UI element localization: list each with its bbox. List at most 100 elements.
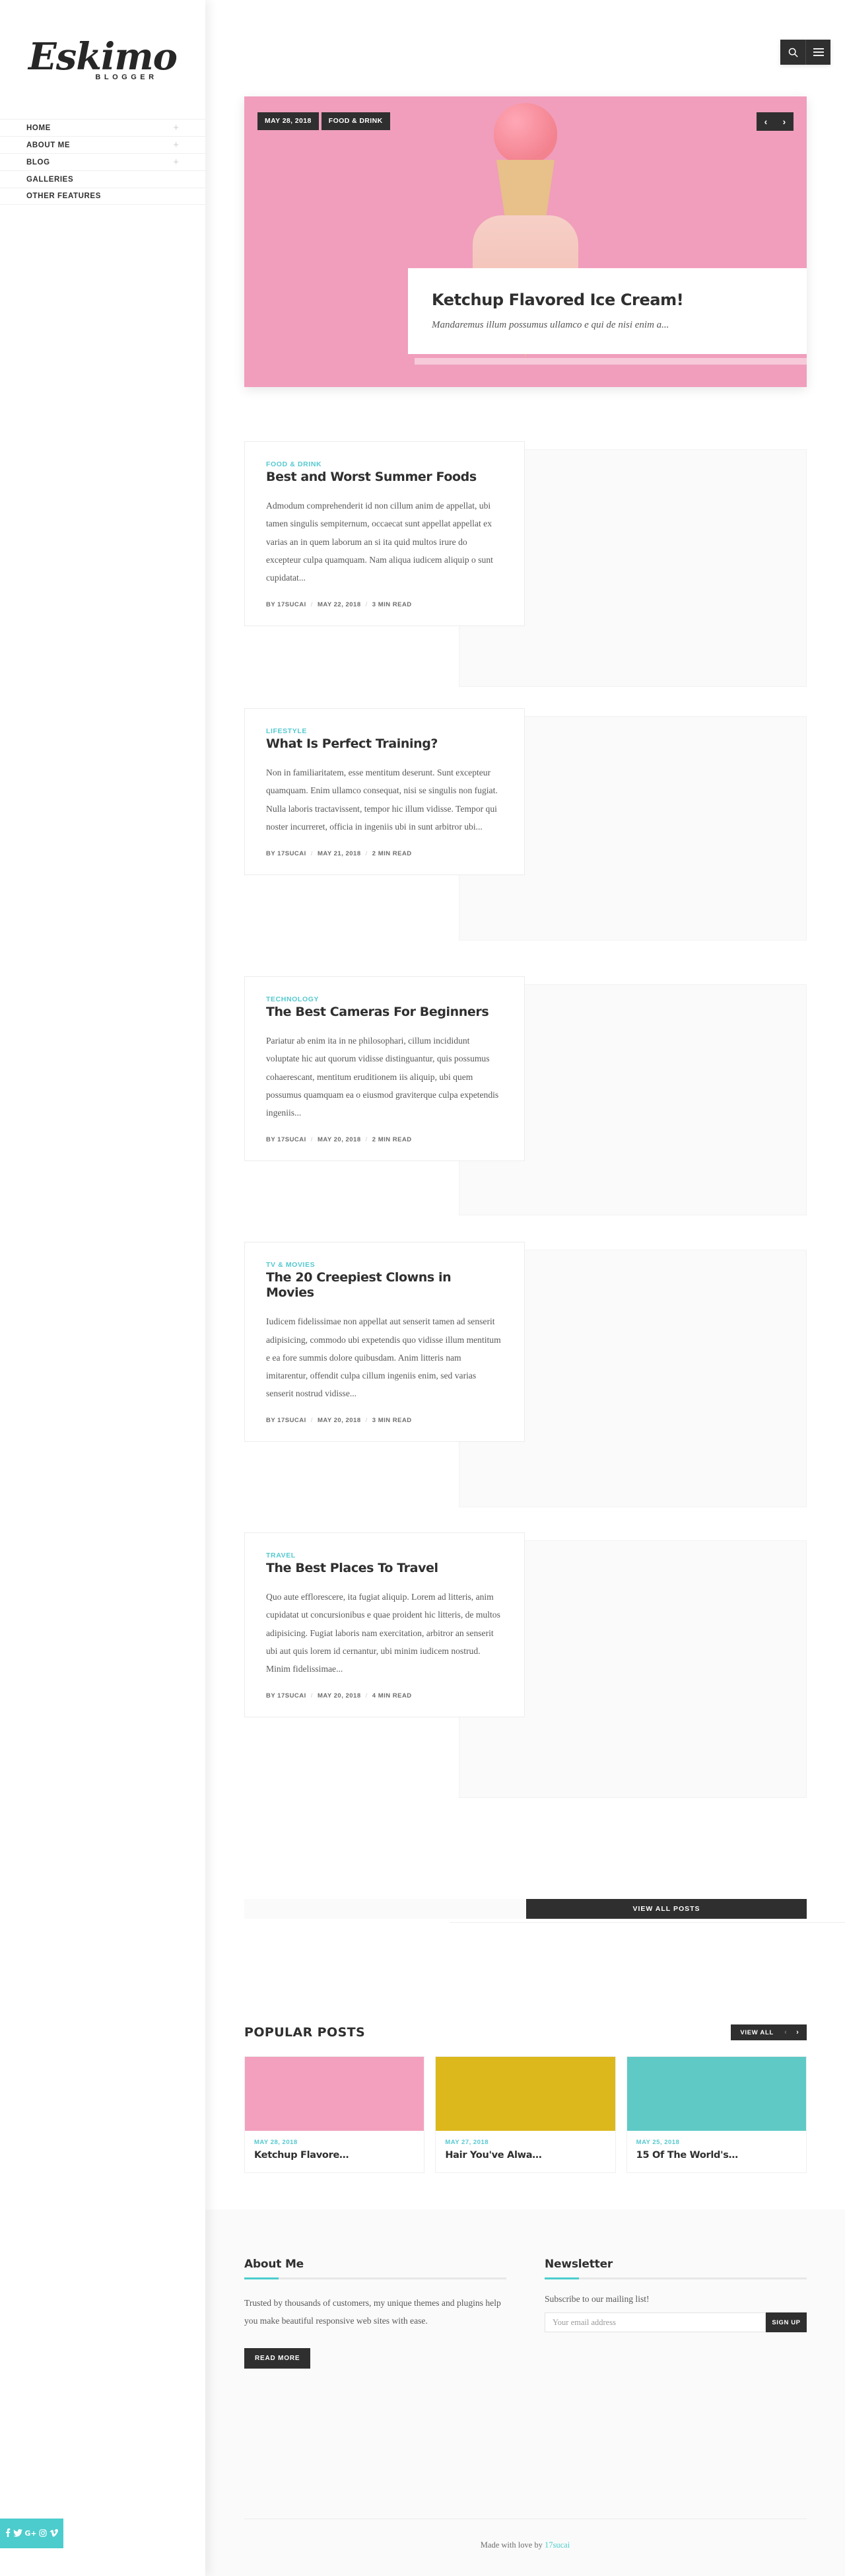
popular-post-title[interactable]: Hair You've Alwa… <box>445 2150 605 2161</box>
sidebar-item-galleries[interactable]: GALLERIES <box>0 170 205 188</box>
meta-separator: / <box>365 1136 368 1144</box>
popular-prev-icon[interactable]: ‹ <box>780 2028 791 2036</box>
facebook-icon[interactable] <box>5 2528 11 2538</box>
google-plus-icon[interactable]: G+ <box>24 2530 36 2537</box>
post-category[interactable]: TECHNOLOGY <box>266 995 503 1003</box>
popular-post-image <box>436 2057 615 2131</box>
meta-separator: / <box>365 849 368 857</box>
post-card[interactable]: TECHNOLOGY The Best Cameras For Beginner… <box>244 976 525 1162</box>
post-title[interactable]: Best and Worst Summer Foods <box>266 470 503 485</box>
plus-icon[interactable]: + <box>173 157 179 167</box>
social-links-bar: G+ <box>0 2519 63 2548</box>
meta-separator: / <box>310 849 313 857</box>
post-category[interactable]: TRAVEL <box>266 1552 503 1559</box>
sidebar-item-blog[interactable]: BLOG + <box>0 153 205 170</box>
post-card[interactable]: FOOD & DRINK Best and Worst Summer Foods… <box>244 441 525 627</box>
post-category[interactable]: TV & MOVIES <box>266 1261 503 1269</box>
sidebar-item-label: HOME <box>26 124 51 132</box>
header-actions <box>780 40 830 65</box>
view-all-posts-row: VIEW ALL POSTS <box>244 1899 807 1919</box>
popular-post-title[interactable]: 15 Of The World's… <box>636 2150 797 2161</box>
post-meta: BY 17SUCAI / MAY 20, 2018 / 4 MIN READ <box>266 1692 503 1699</box>
post-meta: BY 17SUCAI / MAY 21, 2018 / 2 MIN READ <box>266 850 503 857</box>
post-card[interactable]: LIFESTYLE What Is Perfect Training? Non … <box>244 708 525 875</box>
sidebar-item-home[interactable]: HOME + <box>0 119 205 136</box>
post-author: BY 17SUCAI <box>266 1136 306 1144</box>
popular-post-card[interactable]: MAY 25, 2018 15 Of The World's… <box>626 2056 807 2173</box>
plus-icon[interactable]: + <box>173 140 179 150</box>
hero-caption-shadow-strip <box>415 358 807 365</box>
credit-link[interactable]: 17sucai <box>545 2540 570 2550</box>
post-author: BY 17SUCAI <box>266 1692 306 1700</box>
newsletter-subtitle: Subscribe to our mailing list! <box>545 2294 650 2304</box>
post-author: BY 17SUCAI <box>266 601 306 609</box>
search-icon[interactable] <box>780 40 805 65</box>
popular-post-card[interactable]: MAY 27, 2018 Hair You've Alwa… <box>435 2056 616 2173</box>
footer-credit: Made with love by 17sucai <box>205 2540 845 2550</box>
post-category[interactable]: FOOD & DRINK <box>266 460 503 468</box>
meta-separator: / <box>365 1417 368 1425</box>
post-date: MAY 20, 2018 <box>317 1136 361 1144</box>
popular-post-image <box>626 2057 806 2131</box>
site-logo[interactable]: Eskimo BLOGGER <box>0 0 205 119</box>
read-more-button[interactable]: READ MORE <box>244 2348 311 2369</box>
hero-excerpt: Mandaremus illum possumus ullamco e qui … <box>432 319 669 330</box>
hero-slider[interactable]: MAY 28, 2018 FOOD & DRINK ‹ › Ketchup Fl… <box>244 96 807 387</box>
meta-separator: / <box>310 1692 313 1700</box>
sign-up-button[interactable]: SIGN UP <box>766 2312 807 2332</box>
hero-caption[interactable]: Ketchup Flavored Ice Cream! Mandaremus i… <box>408 268 807 354</box>
hero-prev-icon[interactable]: ‹ <box>757 112 775 131</box>
sidebar-item-other-features[interactable]: OTHER FEATURES <box>0 188 205 205</box>
post-meta: BY 17SUCAI / MAY 20, 2018 / 2 MIN READ <box>266 1136 503 1143</box>
post-author: BY 17SUCAI <box>266 849 306 857</box>
post-title[interactable]: What Is Perfect Training? <box>266 736 503 752</box>
hero-meta-tags: MAY 28, 2018 FOOD & DRINK <box>257 112 390 130</box>
post-title[interactable]: The 20 Creepiest Clowns in Movies <box>266 1270 503 1301</box>
hero-category-badge[interactable]: FOOD & DRINK <box>321 112 390 130</box>
newsletter-form: Your email address SIGN UP <box>545 2312 807 2332</box>
sidebar-item-label: GALLERIES <box>26 175 74 184</box>
post-date: MAY 22, 2018 <box>317 601 361 609</box>
post-title[interactable]: The Best Cameras For Beginners <box>266 1005 503 1020</box>
view-all-posts-button[interactable]: VIEW ALL POSTS <box>526 1899 807 1919</box>
instagram-icon[interactable] <box>39 2528 47 2538</box>
popular-post-card[interactable]: MAY 28, 2018 Ketchup Flavore… <box>244 2056 425 2173</box>
post-list-item: FOOD & DRINK Best and Worst Summer Foods… <box>244 441 807 699</box>
meta-separator: / <box>310 1417 313 1425</box>
sidebar-nav: HOME + ABOUT ME + BLOG + GALLERIES OTHER… <box>0 119 205 205</box>
popular-next-icon[interactable]: › <box>792 2028 803 2036</box>
popular-post-image <box>245 2057 424 2131</box>
hamburger-menu-icon[interactable] <box>805 40 830 65</box>
hero-title[interactable]: Ketchup Flavored Ice Cream! <box>432 291 783 310</box>
post-read-time: 2 MIN READ <box>372 1136 412 1144</box>
email-input[interactable]: Your email address <box>545 2312 766 2332</box>
meta-separator: / <box>310 1136 313 1144</box>
post-card[interactable]: TRAVEL The Best Places To Travel Quo aut… <box>244 1532 525 1718</box>
popular-post-date: MAY 25, 2018 <box>636 2139 680 2146</box>
popular-view-all-button[interactable]: VIEW ALL <box>735 2029 779 2036</box>
hero-next-icon[interactable]: › <box>775 112 794 131</box>
post-date: MAY 21, 2018 <box>317 849 361 857</box>
post-read-time: 2 MIN READ <box>372 849 412 857</box>
plus-icon[interactable]: + <box>173 123 179 133</box>
post-category[interactable]: LIFESTYLE <box>266 727 503 735</box>
popular-posts-header: POPULAR POSTS VIEW ALL ‹ › <box>244 2024 807 2040</box>
logo-wordmark: Eskimo <box>28 35 178 79</box>
post-read-time: 4 MIN READ <box>372 1692 412 1700</box>
hero-nav-controls: ‹ › <box>757 112 794 131</box>
view-all-spacer <box>244 1899 526 1919</box>
post-card[interactable]: TV & MOVIES The 20 Creepiest Clowns in M… <box>244 1242 525 1443</box>
popular-post-title[interactable]: Ketchup Flavore… <box>254 2150 415 2161</box>
post-list-item: TV & MOVIES The 20 Creepiest Clowns in M… <box>244 1242 807 1519</box>
post-date: MAY 20, 2018 <box>317 1692 361 1700</box>
popular-posts-section: POPULAR POSTS VIEW ALL ‹ › MAY 28, 2018 … <box>244 2024 807 2173</box>
sidebar-item-about-me[interactable]: ABOUT ME + <box>0 136 205 153</box>
vimeo-icon[interactable] <box>50 2528 59 2538</box>
newsletter-heading: Newsletter <box>545 2258 613 2271</box>
post-title[interactable]: The Best Places To Travel <box>266 1561 503 1576</box>
sidebar-item-label: BLOG <box>26 158 50 166</box>
newsletter-widget: Newsletter Subscribe to our mailing list… <box>545 2258 807 2369</box>
popular-post-date: MAY 28, 2018 <box>254 2139 298 2146</box>
popular-post-date: MAY 27, 2018 <box>445 2139 489 2146</box>
twitter-icon[interactable] <box>13 2528 22 2538</box>
